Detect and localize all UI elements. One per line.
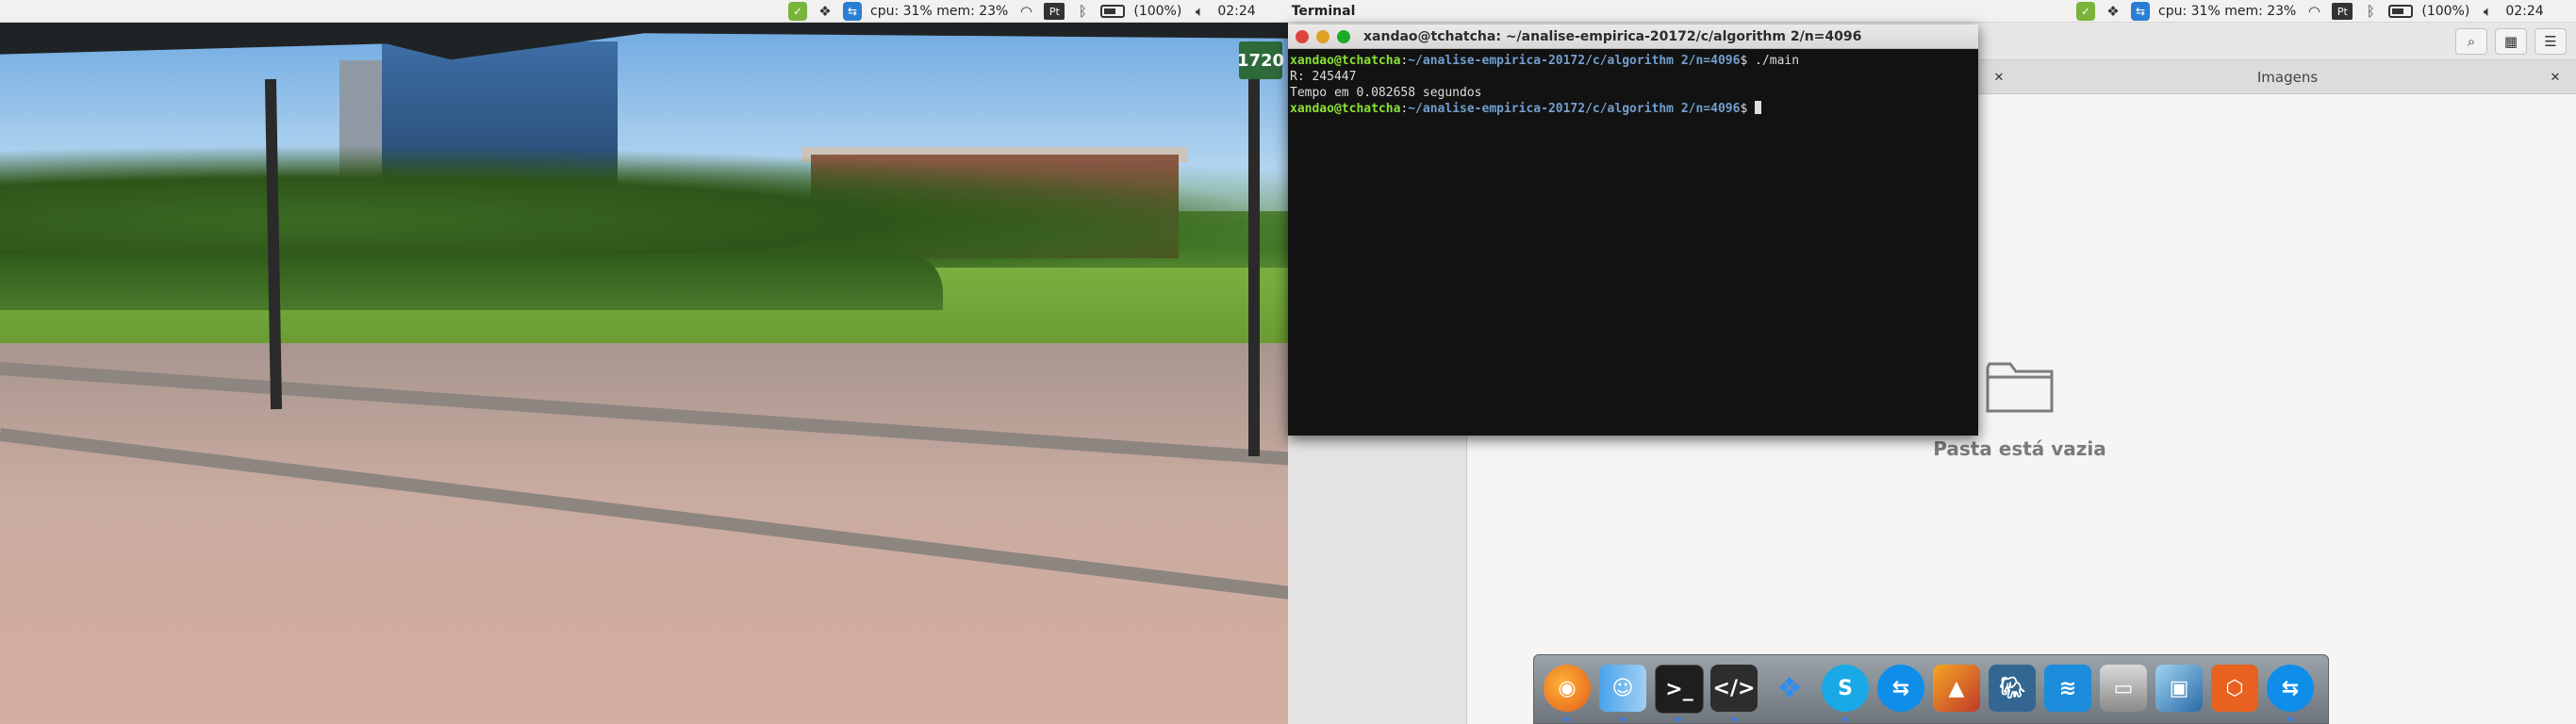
dock-mysql-workbench-icon[interactable]: ≋ xyxy=(2044,665,2091,712)
prompt-user-host: xandao@tchatcha xyxy=(1290,54,1401,68)
dock-matlab-icon[interactable]: ▲ xyxy=(1933,665,1980,712)
running-indicator xyxy=(1564,717,1570,721)
running-indicator xyxy=(1620,717,1626,721)
system-monitor[interactable]: cpu: 31% mem: 23% xyxy=(2158,4,2296,19)
hamburger-icon: ☰ xyxy=(2544,33,2557,50)
bluetooth-icon[interactable]: ᛒ xyxy=(1073,2,1092,21)
dock-teamviewer-2-icon[interactable]: ⇆ xyxy=(2267,665,2314,712)
terminal-prompt-line: xandao@tchatcha:~/analise-empirica-20172… xyxy=(1290,101,1976,117)
bluetooth-icon[interactable]: ᛒ xyxy=(2361,2,2380,21)
prompt-user-host: xandao@tchatcha xyxy=(1290,102,1401,116)
dock-postgresql-icon[interactable]: 🐘︎ xyxy=(1989,665,2036,712)
dropbox-icon[interactable]: ❖ xyxy=(2104,2,2122,21)
dock-dropbox-icon[interactable]: ❖ xyxy=(1766,665,1813,712)
prompt-path: ~/analise-empirica-20172/c/algorithm 2/n… xyxy=(1408,54,1741,68)
running-indicator xyxy=(1842,717,1848,721)
menu-button[interactable]: ☰ xyxy=(2535,28,2567,55)
dock-skype-icon[interactable]: S xyxy=(1822,665,1869,712)
wifi-icon[interactable]: ◠ xyxy=(2304,2,2323,21)
terminal-output[interactable]: xandao@tchatcha:~/analise-empirica-20172… xyxy=(1288,49,1978,436)
grid-icon: ▦ xyxy=(2503,33,2518,50)
battery-percent[interactable]: (100%) xyxy=(1133,4,1181,19)
close-tab-icon[interactable]: ✕ xyxy=(1990,69,2007,86)
prompt-symbol: $ xyxy=(1740,102,1748,116)
top-panel-indicators-right: ✓ ❖ ⇆ cpu: 31% mem: 23% ◠ Pt ᛒ (100%) 🔈︎… xyxy=(2076,0,2544,23)
view-toggle-button[interactable]: ▦ xyxy=(2495,28,2527,55)
keyboard-layout-indicator[interactable]: Pt xyxy=(2332,3,2353,20)
apple-logo-icon[interactable] xyxy=(1264,2,1283,21)
keyboard-layout-indicator[interactable]: Pt xyxy=(1044,3,1065,20)
running-indicator xyxy=(1731,717,1737,721)
clock[interactable]: 02:24 xyxy=(2505,4,2543,19)
empty-folder-message: Pasta está vazia xyxy=(1933,437,2106,460)
terminal-cursor xyxy=(1755,101,1762,114)
nvidia-icon[interactable]: ✓ xyxy=(2076,2,2095,21)
top-panel-indicators-left: ✓ ❖ ⇆ cpu: 31% mem: 23% ◠ Pt ᛒ (100%) 🔈︎… xyxy=(788,0,1355,23)
photo-pole xyxy=(1248,70,1260,456)
nvidia-icon[interactable]: ✓ xyxy=(788,2,807,21)
dock-scanner-icon[interactable]: ▭ xyxy=(2100,665,2147,712)
prompt-symbol: $ xyxy=(1740,54,1748,68)
dock-teamviewer-icon[interactable]: ⇆ xyxy=(1877,665,1924,712)
clock[interactable]: 02:24 xyxy=(1217,4,1255,19)
teamviewer-icon[interactable]: ⇆ xyxy=(843,2,862,21)
battery-icon[interactable] xyxy=(2388,5,2414,18)
dock-virtualbox-icon[interactable]: ▣ xyxy=(2155,665,2203,712)
tab-imagens[interactable]: Imagens xyxy=(2014,60,2561,93)
dock-terminal-icon[interactable]: >_ xyxy=(1655,665,1704,714)
running-indicator xyxy=(2287,717,2293,721)
dock-package-manager-icon[interactable]: ⬡ xyxy=(2211,665,2258,712)
terminal-titlebar[interactable]: xandao@tchatcha: ~/analise-empirica-2017… xyxy=(1288,25,1978,49)
terminal-title: xandao@tchatcha: ~/analise-empirica-2017… xyxy=(1363,29,1862,44)
dock-code-editor-icon[interactable]: </> xyxy=(1710,665,1758,712)
folder-icon xyxy=(1986,362,2054,413)
teamviewer-icon[interactable]: ⇆ xyxy=(2131,2,2150,21)
photo-pavement xyxy=(0,343,1288,724)
photo-street-sign: 1720 xyxy=(1237,41,1284,79)
terminal-window[interactable]: xandao@tchatcha: ~/analise-empirica-2017… xyxy=(1288,25,1978,436)
terminal-output-line: R: 245447 xyxy=(1290,70,1357,84)
volume-icon[interactable]: 🔈︎ xyxy=(1190,2,1209,21)
running-indicator xyxy=(1676,717,1681,721)
dock-finder-icon[interactable]: ☺ xyxy=(1599,665,1646,712)
terminal-prompt-line: xandao@tchatcha:~/analise-empirica-20172… xyxy=(1290,54,1800,68)
top-panel: ✓ ❖ ⇆ cpu: 31% mem: 23% ◠ Pt ᛒ (100%) 🔈︎… xyxy=(0,0,2576,23)
battery-icon[interactable] xyxy=(1100,5,1126,18)
wifi-icon[interactable]: ◠ xyxy=(1016,2,1035,21)
battery-percent[interactable]: (100%) xyxy=(2421,4,2469,19)
volume-icon[interactable]: 🔈︎ xyxy=(2478,2,2497,21)
dock: ◉ ☺ >_ </> ❖ S ⇆ ▲ 🐘︎ ≋ ▭ ▣ ⬡ ⇆ xyxy=(1533,654,2329,724)
photo-viewer: 1720 xyxy=(0,23,1288,724)
dock-firefox-icon[interactable]: ◉ xyxy=(1544,665,1591,712)
search-button[interactable]: ⌕ xyxy=(2455,28,2487,55)
maximize-window-button[interactable] xyxy=(1337,30,1350,43)
close-window-button[interactable] xyxy=(1296,30,1309,43)
close-tab-icon[interactable]: ✕ xyxy=(2547,69,2564,86)
search-icon: ⌕ xyxy=(2467,33,2476,50)
terminal-output-line: Tempo em 0.082658 segundos xyxy=(1290,86,1482,100)
prompt-path: ~/analise-empirica-20172/c/algorithm 2/n… xyxy=(1408,102,1741,116)
dropbox-icon[interactable]: ❖ xyxy=(816,2,834,21)
photo-hedge xyxy=(0,254,943,310)
prompt-command: ./main xyxy=(1755,54,1800,68)
system-monitor[interactable]: cpu: 31% mem: 23% xyxy=(870,4,1008,19)
minimize-window-button[interactable] xyxy=(1316,30,1329,43)
active-app-name[interactable]: Terminal xyxy=(1292,4,1356,19)
